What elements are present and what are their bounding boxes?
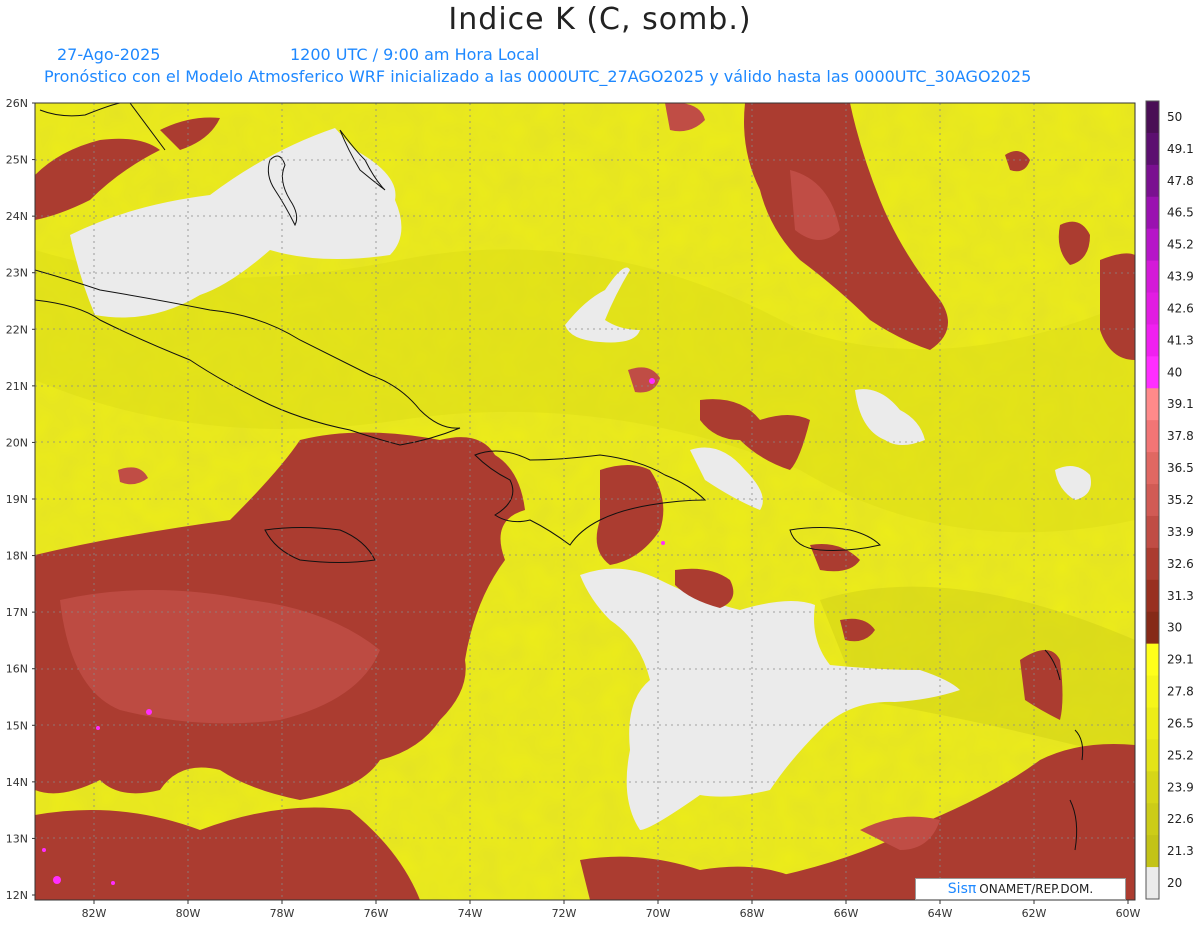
magenta-dot (649, 378, 655, 384)
colorbar-label: 36.5 (1167, 461, 1194, 475)
colorbar-segment (1146, 867, 1159, 900)
lon-label: 68W (740, 907, 765, 920)
colorbar: 50 49.1 47.8 46.5 45.2 43.9 42.6 41.3 40 39.1 37.8… (1145, 100, 1194, 900)
magenta-dot (42, 848, 46, 852)
colorbar-label: 27.8 (1167, 685, 1194, 699)
colorbar-label: 37.8 (1167, 429, 1194, 443)
lon-label: 64W (928, 907, 953, 920)
lat-label: 13N (6, 832, 28, 845)
lon-label: 72W (552, 907, 577, 920)
magenta-dot (96, 726, 100, 730)
colorbar-label: 47.8 (1167, 174, 1194, 188)
lat-label: 17N (6, 606, 28, 619)
colorbar-label: 23.9 (1167, 780, 1194, 794)
lon-label: 60W (1116, 907, 1141, 920)
colorbar-label: 49.1 (1167, 142, 1194, 156)
lat-label: 19N (6, 493, 28, 506)
colorbar-label: 25.2 (1167, 748, 1194, 762)
colorbar-segment (1146, 547, 1159, 581)
colorbar-segment (1146, 101, 1159, 134)
latitude-axis: 26N 25N 24N 23N 22N 21N 20N 19N 18N 17N 16N 15N 14N 1… (6, 97, 35, 902)
lat-label: 22N (6, 323, 28, 336)
colorbar-segment (1146, 803, 1159, 836)
colorbar-label: 29.1 (1167, 653, 1194, 667)
colorbar-label: 35.2 (1167, 493, 1194, 507)
colorbar-label: 33.9 (1167, 525, 1194, 539)
sis-logo-text: Sisπ (947, 881, 977, 897)
colorbar-segment (1146, 579, 1159, 613)
credit-box: Sisπ ONAMET/REP.DOM. (915, 878, 1126, 900)
lon-label: 82W (82, 907, 107, 920)
colorbar-label: 50 (1167, 110, 1182, 124)
longitude-axis: 82W 80W 78W 76W 74W 72W 70W 68W 66W 64W 62W 60W (82, 900, 1141, 920)
lat-label: 25N (6, 154, 28, 167)
lat-label: 18N (6, 550, 28, 563)
lon-label: 76W (364, 907, 389, 920)
colorbar-segment (1146, 132, 1159, 166)
lon-label: 70W (646, 907, 671, 920)
colorbar-label: 30 (1167, 621, 1182, 635)
red-region-southwest (35, 807, 420, 900)
lat-label: 16N (6, 663, 28, 676)
colorbar-segment (1146, 771, 1159, 804)
colorbar-label: 21.3 (1167, 844, 1194, 858)
colorbar-segment (1146, 420, 1159, 453)
colorbar-segment (1146, 643, 1159, 677)
colorbar-segment (1146, 707, 1159, 740)
colorbar-label: 43.9 (1167, 270, 1194, 284)
magenta-dot (146, 709, 152, 715)
colorbar-segment (1146, 835, 1159, 868)
colorbar-label: 42.6 (1167, 301, 1194, 315)
colorbar-segment (1146, 228, 1159, 262)
colorbar-label: 45.2 (1167, 238, 1194, 252)
lat-label: 14N (6, 776, 28, 789)
colorbar-label: 40 (1167, 365, 1182, 379)
colorbar-segment (1146, 260, 1159, 294)
lon-label: 80W (176, 907, 201, 920)
colorbar-label: 31.3 (1167, 589, 1194, 603)
lat-label: 15N (6, 719, 28, 732)
colorbar-segment (1146, 196, 1159, 230)
organization-credit: ONAMET/REP.DOM. (979, 882, 1094, 896)
colorbar-label: 32.6 (1167, 557, 1194, 571)
magenta-dot (661, 541, 665, 545)
colorbar-segment (1146, 515, 1159, 549)
lat-label: 20N (6, 436, 28, 449)
colorbar-segment (1146, 292, 1159, 325)
magenta-dot (53, 876, 61, 884)
lon-label: 66W (834, 907, 859, 920)
k-index-map: 26N 25N 24N 23N 22N 21N 20N 19N 18N 17N 16N 15N 14N 1… (6, 97, 1194, 920)
colorbar-segment (1146, 675, 1159, 708)
lon-label: 74W (458, 907, 483, 920)
lon-label: 78W (270, 907, 295, 920)
colorbar-label: 41.3 (1167, 333, 1194, 347)
colorbar-label: 22.6 (1167, 812, 1194, 826)
colorbar-label: 39.1 (1167, 397, 1194, 411)
lat-label: 26N (6, 97, 28, 110)
colorbar-segment (1146, 356, 1159, 389)
magenta-dot (111, 881, 115, 885)
colorbar-segment (1146, 739, 1159, 772)
colorbar-segment (1146, 164, 1159, 198)
plot-area (35, 103, 1135, 900)
lat-label: 23N (6, 267, 28, 280)
colorbar-segment (1146, 611, 1159, 645)
colorbar-label: 20 (1167, 876, 1182, 890)
lat-label: 12N (6, 889, 28, 902)
colorbar-segment (1146, 452, 1159, 485)
colorbar-label: 26.5 (1167, 716, 1194, 730)
colorbar-label: 46.5 (1167, 206, 1194, 220)
lon-label: 62W (1022, 907, 1047, 920)
lat-label: 24N (6, 210, 28, 223)
colorbar-segment (1146, 324, 1159, 357)
colorbar-segment (1146, 484, 1159, 517)
lat-label: 21N (6, 380, 28, 393)
colorbar-segment (1146, 388, 1159, 421)
